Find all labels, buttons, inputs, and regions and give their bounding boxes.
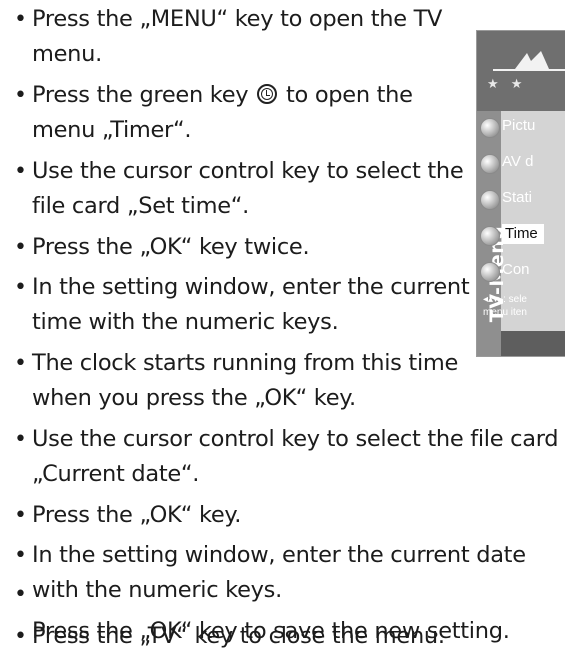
menu-item-label: Pictu bbox=[502, 117, 536, 134]
step-text: when you press the „OK“ key. bbox=[32, 385, 356, 411]
step-text: Press the „MENU“ key to open the TV bbox=[32, 6, 443, 32]
menu-item-label: Time bbox=[502, 224, 544, 244]
step-text: Press the green key to open the bbox=[32, 78, 413, 113]
step-text: Press the „OK“ key twice. bbox=[32, 234, 310, 260]
bullet: • bbox=[14, 503, 27, 528]
step-text: The clock starts running from this time bbox=[32, 350, 459, 376]
step-text-pre: Press the green key bbox=[32, 82, 249, 108]
bullet: • bbox=[14, 427, 27, 452]
bullet: • bbox=[14, 582, 27, 607]
bullet: • bbox=[14, 351, 27, 376]
menu-item-av[interactable]: AV d bbox=[480, 149, 565, 179]
timer-key-icon bbox=[257, 84, 278, 104]
tv-menu-header: ★ ★ bbox=[477, 31, 565, 111]
menu-bullet-icon bbox=[480, 118, 500, 138]
menu-item-label: Con bbox=[502, 261, 530, 278]
hint-line: ◂▴▾▸: sele bbox=[483, 294, 527, 305]
step-text: with the numeric keys. bbox=[32, 577, 282, 603]
tv-menu-footer bbox=[501, 331, 565, 356]
bullet: • bbox=[14, 83, 27, 108]
step-text: In the setting window, enter the current bbox=[32, 274, 470, 300]
menu-bullet-icon bbox=[480, 262, 500, 282]
step-text: menu. bbox=[32, 41, 102, 67]
menu-item-label: Stati bbox=[502, 189, 533, 206]
tv-menu-screenshot: ★ ★ TV-Menü Pictu AV d Stati Time Con ◂▴… bbox=[476, 30, 565, 357]
hint-line: menu iten bbox=[483, 307, 527, 318]
bullet: • bbox=[14, 7, 27, 32]
step-text: Press the „OK“ key. bbox=[32, 502, 242, 528]
step-text: In the setting window, enter the current… bbox=[32, 542, 526, 568]
menu-bullet-icon bbox=[480, 154, 500, 174]
menu-bullet-icon bbox=[480, 226, 500, 246]
step-text-post: to open the bbox=[286, 82, 413, 108]
step-text: Press the „TV“ key to close the menu. bbox=[32, 623, 445, 649]
step-text: file card „Set time“. bbox=[32, 193, 249, 219]
brand-logo-icon bbox=[493, 51, 565, 71]
step-text: Use the cursor control key to select the bbox=[32, 158, 464, 184]
navigation-hint: ◂▴▾▸: sele menu iten bbox=[483, 293, 527, 319]
menu-item-picture[interactable]: Pictu bbox=[480, 113, 565, 143]
bullet: • bbox=[14, 235, 27, 260]
bullet: • bbox=[14, 159, 27, 184]
step-text: Use the cursor control key to select the… bbox=[32, 426, 559, 452]
bullet: • bbox=[14, 543, 27, 568]
menu-bullet-icon bbox=[480, 190, 500, 210]
menu-item-timer[interactable]: Time bbox=[480, 221, 565, 251]
step-text: time with the numeric keys. bbox=[32, 309, 339, 335]
step-text: menu „Timer“. bbox=[32, 117, 192, 143]
step-text: „Current date“. bbox=[32, 461, 200, 487]
menu-item-stations[interactable]: Stati bbox=[480, 185, 565, 215]
menu-item-configuration[interactable]: Con bbox=[480, 257, 565, 287]
menu-item-label: AV d bbox=[502, 153, 534, 170]
bullet: • bbox=[14, 624, 27, 649]
stars-decoration: ★ ★ bbox=[487, 77, 527, 92]
bullet: • bbox=[14, 275, 27, 300]
